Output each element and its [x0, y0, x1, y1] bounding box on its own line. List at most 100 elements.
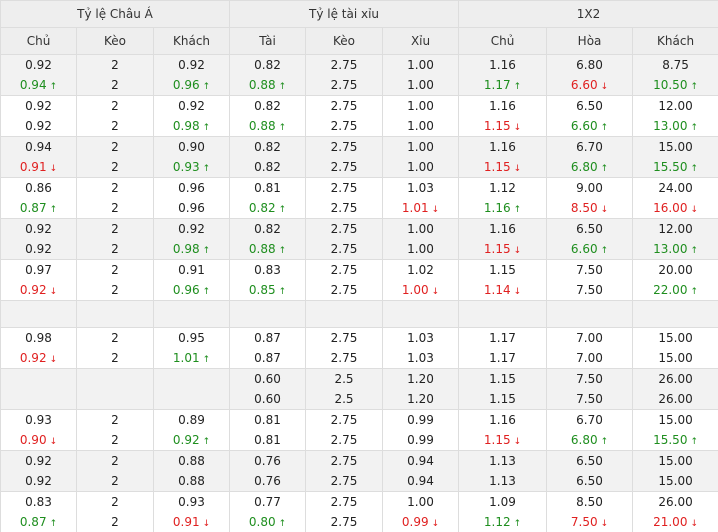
odds-cell: 1.03 1.03: [383, 328, 459, 369]
odds-value-text: 6.70: [576, 140, 603, 154]
odds-current-value: 21.00↓: [633, 512, 718, 532]
odds-current-value: 1.03: [383, 348, 458, 368]
odds-opening-value: 26.00: [633, 492, 718, 512]
odds-value-text: 15.50: [653, 433, 687, 447]
odds-cell: 1.00 1.00: [383, 137, 459, 178]
odds-value-text: 7.50: [576, 372, 603, 386]
arrow-down-icon: ↓: [514, 118, 522, 137]
odds-current-value: 2: [77, 430, 153, 450]
arrow-up-icon: ↑: [279, 200, 287, 219]
odds-value-text: 2: [111, 331, 119, 345]
table-row[interactable]: 0.920.92220.880.880.760.762.752.750.940.…: [1, 451, 718, 492]
odds-current-value: 0.87: [230, 348, 305, 368]
odds-opening-value: 0.93: [1, 410, 76, 430]
odds-value-text: 0.99: [402, 515, 429, 529]
odds-current-value: 0.92: [1, 471, 76, 491]
odds-current-value: 6.50: [547, 471, 632, 491]
table-row[interactable]: 0.860.87↑220.960.960.810.82↑2.752.751.03…: [1, 178, 718, 219]
odds-cell: 12.0013.00↑: [633, 219, 718, 260]
odds-cell: 0.600.60: [230, 369, 306, 410]
odds-cell: 0.820.88↑: [230, 96, 306, 137]
table-row[interactable]: 0.600.602.52.51.201.201.151.157.507.5026…: [1, 369, 718, 410]
odds-value-text: 7.50: [571, 515, 598, 529]
odds-opening-value: 0.98: [1, 328, 76, 348]
odds-opening-value: 0.87: [230, 328, 305, 348]
odds-value-text: 16.00: [653, 201, 687, 215]
odds-current-value: 0.87↑: [1, 198, 76, 218]
odds-opening-value: 0.94: [383, 451, 458, 471]
col-header-home: Chủ: [1, 28, 77, 55]
arrow-up-icon: ↑: [50, 514, 58, 532]
odds-cell: 0.770.80↑: [230, 492, 306, 532]
odds-value-text: 1.00: [407, 222, 434, 236]
arrow-down-icon: ↓: [601, 77, 609, 96]
odds-value-text: 0.82: [254, 99, 281, 113]
odds-current-value: 2.75: [306, 430, 382, 450]
odds-cell: 0.870.87: [230, 328, 306, 369]
table-row[interactable]: 0.920.92220.920.98↑0.820.88↑2.752.751.00…: [1, 96, 718, 137]
odds-value-text: 9.00: [576, 181, 603, 195]
odds-opening-value: 1.00: [383, 96, 458, 116]
odds-cell: [154, 301, 230, 328]
odds-opening-value: 2: [77, 260, 153, 280]
odds-value-text: 2: [111, 99, 119, 113]
odds-current-value: 0.99: [383, 430, 458, 450]
odds-current-value: 0.90↓: [1, 430, 76, 450]
odds-value-text: 0.92: [178, 99, 205, 113]
odds-opening-value: 2.75: [306, 451, 382, 471]
odds-cell: 8.7510.50↑: [633, 55, 718, 96]
odds-current-value: 1.13: [459, 471, 546, 491]
odds-cell: 0.990.99: [383, 410, 459, 451]
odds-current-value: 15.00: [633, 348, 718, 368]
odds-cell: 0.920.96↑: [154, 55, 230, 96]
odds-value-text: 2: [111, 242, 119, 256]
odds-value-text: 1.03: [407, 331, 434, 345]
arrow-up-icon: ↑: [203, 118, 211, 137]
arrow-up-icon: ↑: [203, 241, 211, 260]
table-row[interactable]: 0.920.92220.920.98↑0.820.88↑2.752.751.00…: [1, 219, 718, 260]
odds-value-text: 1.00: [407, 58, 434, 72]
odds-opening-value: 1.00: [383, 219, 458, 239]
odds-opening-value: 0.83: [1, 492, 76, 512]
odds-current-value: 22.00↑: [633, 280, 718, 300]
table-row[interactable]: 0.930.90↓220.890.92↑0.810.812.752.750.99…: [1, 410, 718, 451]
odds-cell: 2.752.75: [306, 219, 383, 260]
odds-current-value: 6.80↑: [547, 157, 632, 177]
odds-value-text: 1.00: [407, 160, 434, 174]
odds-value-text: 0.82: [254, 222, 281, 236]
odds-value-text: 0.81: [254, 433, 281, 447]
odds-cell: 22: [77, 410, 154, 451]
odds-value-text: 0.92: [173, 433, 200, 447]
table-row[interactable]: 0.830.87↑220.930.91↓0.770.80↑2.752.751.0…: [1, 492, 718, 532]
odds-value-text: 7.50: [576, 392, 603, 406]
odds-current-value: 1.00: [383, 157, 458, 177]
odds-value-text: 0.95: [178, 331, 205, 345]
odds-opening-value: 8.75: [633, 55, 718, 75]
odds-value-text: 0.94: [20, 78, 47, 92]
odds-opening-value: 0.81: [230, 410, 305, 430]
odds-current-value: 2: [77, 471, 153, 491]
table-row[interactable]: 0.970.92↓220.910.96↑0.830.85↑2.752.751.0…: [1, 260, 718, 301]
odds-value-text: 2.75: [331, 78, 358, 92]
odds-cell: 2.752.75: [306, 451, 383, 492]
odds-opening-value: 0.92: [1, 451, 76, 471]
table-row[interactable]: 0.920.94↑220.920.96↑0.820.88↑2.752.751.0…: [1, 55, 718, 96]
odds-opening-value: 0.93: [154, 492, 229, 512]
odds-opening-value: 1.15: [459, 369, 546, 389]
arrow-up-icon: ↑: [203, 350, 211, 369]
odds-opening-value: 1.00: [383, 137, 458, 157]
table-row[interactable]: 0.940.91↓220.900.93↑0.820.822.752.751.00…: [1, 137, 718, 178]
odds-value-text: 2.75: [331, 413, 358, 427]
odds-opening-value: 7.50: [547, 369, 632, 389]
odds-cell: [306, 301, 383, 328]
odds-current-value: 0.98↑: [154, 239, 229, 259]
odds-opening-value: 0.95: [154, 328, 229, 348]
odds-opening-value: 2: [77, 410, 153, 430]
odds-value-text: 0.96: [178, 201, 205, 215]
odds-value-text: 6.50: [576, 99, 603, 113]
odds-value-text: 6.80: [571, 433, 598, 447]
odds-value-text: 1.13: [489, 474, 516, 488]
odds-cell: 12.0013.00↑: [633, 96, 718, 137]
odds-cell: 0.920.92: [1, 451, 77, 492]
table-row[interactable]: 0.980.92↓220.951.01↑0.870.872.752.751.03…: [1, 328, 718, 369]
